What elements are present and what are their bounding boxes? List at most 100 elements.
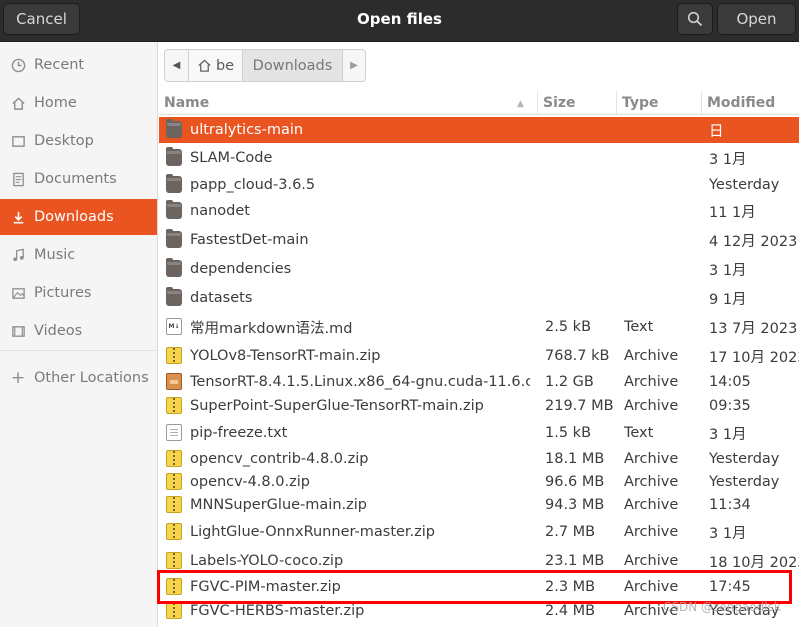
archive-icon — [166, 473, 182, 490]
file-name: papp_cloud-3.6.5 — [190, 177, 316, 193]
file-name: YOLOv8-TensorRT-main.zip — [190, 348, 381, 364]
column-header-size[interactable]: Size — [537, 91, 617, 115]
file-name: MNNSuperGlue-main.zip — [190, 497, 367, 513]
sidebar-item-label: Desktop — [34, 133, 94, 149]
file-name: SLAM-Code — [190, 150, 273, 166]
file-name: FastestDet-main — [190, 232, 309, 248]
file-modified: 9 1月 — [709, 291, 747, 308]
file-type: Archive — [624, 374, 679, 390]
file-size: 23.1 MB — [545, 553, 605, 569]
sidebar-item-label: Home — [34, 95, 77, 111]
sidebar-divider — [0, 350, 157, 351]
markdown-file-icon: M↓ — [166, 318, 182, 335]
file-modified: 3 1月 — [709, 525, 747, 542]
file-type: Archive — [624, 524, 679, 540]
file-type — [624, 117, 702, 143]
sidebar-item-home[interactable]: Home — [0, 85, 157, 121]
folder-icon — [166, 229, 182, 248]
places-sidebar: Recent Home Desktop Documents Downloads … — [0, 42, 158, 627]
file-row[interactable]: MNNSuperGlue-main.zip 94.3 MB Archive 11:34 — [159, 492, 799, 518]
column-header-name[interactable]: Name — [159, 91, 534, 115]
folder-icon — [166, 147, 182, 166]
file-type: Archive — [624, 348, 679, 364]
column-header-modified[interactable]: Modified — [701, 91, 799, 115]
file-size — [545, 285, 617, 311]
file-type — [624, 172, 702, 198]
column-header-type[interactable]: Type — [616, 91, 701, 115]
archive-icon — [166, 347, 182, 364]
file-type — [624, 198, 702, 224]
file-row[interactable]: Labels-YOLO-coco.zip 23.1 MB Archive 18 10月… — [159, 548, 799, 574]
file-type — [624, 227, 702, 253]
path-scroll-right-button[interactable]: ▶ — [343, 50, 365, 81]
path-current-button[interactable]: Downloads — [243, 50, 343, 81]
file-size: 2.7 MB — [545, 524, 596, 540]
sidebar-item-label: Recent — [34, 57, 85, 73]
folder-icon — [166, 258, 182, 277]
file-type — [624, 285, 702, 311]
file-row[interactable]: pip-freeze.txt 1.5 kB Text 3 1月 — [159, 420, 799, 446]
file-size: 94.3 MB — [545, 497, 605, 513]
file-modified: 11 1月 — [709, 204, 756, 221]
file-modified: 09:35 — [709, 398, 751, 414]
file-row[interactable]: nanodet 11 1月 — [159, 198, 799, 224]
sidebar-item-other-locations[interactable]: + Other Locations — [0, 360, 157, 396]
sort-ascending-icon: ▲ — [517, 99, 524, 109]
open-button[interactable]: Open — [717, 3, 796, 35]
file-row[interactable]: papp_cloud-3.6.5 Yesterday — [159, 172, 799, 198]
file-type: Text — [624, 425, 654, 441]
documents-icon — [9, 170, 27, 188]
file-modified: 3 1月 — [709, 262, 747, 279]
file-name: 常用markdown语法.md — [190, 320, 353, 337]
file-type: Archive — [624, 553, 679, 569]
file-row[interactable]: datasets 9 1月 — [159, 285, 799, 311]
file-row[interactable]: YOLOv8-TensorRT-main.zip 768.7 kB Archive 1… — [159, 343, 799, 369]
home-icon — [9, 94, 27, 112]
file-modified: 18 10月 2023 — [709, 554, 799, 571]
file-size: 2.4 MB — [545, 603, 596, 619]
file-type: Text — [624, 319, 654, 335]
file-row[interactable]: ultralytics-main 日 — [159, 117, 799, 143]
file-row[interactable]: SLAM-Code 3 1月 — [159, 145, 799, 171]
sidebar-item-music[interactable]: Music — [0, 237, 157, 273]
sidebar-item-desktop[interactable]: Desktop — [0, 123, 157, 159]
header-bar: Cancel Open files Open — [0, 0, 799, 42]
archive-icon — [166, 523, 182, 540]
file-size: 2.5 kB — [545, 319, 592, 335]
sidebar-item-label: Videos — [34, 323, 83, 339]
file-modified: 3 1月 — [709, 426, 747, 443]
sidebar-item-pictures[interactable]: Pictures — [0, 275, 157, 311]
search-icon — [687, 11, 703, 27]
search-button[interactable] — [677, 3, 713, 35]
sidebar-item-downloads[interactable]: Downloads — [0, 199, 157, 235]
file-modified: 3 1月 — [709, 151, 747, 168]
file-modified: 14:05 — [709, 374, 751, 390]
file-row[interactable]: FGVC-PIM-master.zip 2.3 MB Archive 17:45 — [159, 574, 799, 600]
file-size: 2.3 MB — [545, 579, 596, 595]
file-row[interactable]: TensorRT-8.4.1.5.Linux.x86_64-gnu.cuda-1… — [159, 369, 799, 395]
file-row[interactable]: dependencies 3 1月 — [159, 256, 799, 282]
sidebar-item-documents[interactable]: Documents — [0, 161, 157, 197]
path-home-button[interactable]: be — [189, 50, 243, 81]
sidebar-item-videos[interactable]: Videos — [0, 313, 157, 349]
file-name: datasets — [190, 290, 253, 306]
file-row[interactable]: SuperPoint-SuperGlue-TensorRT-main.zip 21… — [159, 393, 799, 419]
file-type — [624, 145, 702, 171]
file-row[interactable]: LightGlue-OnnxRunner-master.zip 2.7 MB Arc… — [159, 519, 799, 545]
sidebar-item-recent[interactable]: Recent — [0, 47, 157, 83]
file-modified: 17:45 — [709, 579, 751, 595]
file-row[interactable]: M↓ 常用markdown语法.md 2.5 kB Text 13 7月 2023 — [159, 314, 799, 340]
file-size: 219.7 MB — [545, 398, 614, 414]
file-name: FGVC-PIM-master.zip — [190, 579, 341, 595]
file-size — [545, 198, 617, 224]
folder-icon — [166, 119, 182, 138]
folder-icon — [166, 200, 182, 219]
archive-icon — [166, 552, 182, 569]
folder-icon — [166, 287, 182, 306]
path-scroll-left-button[interactable]: ◀ — [165, 50, 189, 81]
file-name: LightGlue-OnnxRunner-master.zip — [190, 524, 436, 540]
cancel-button[interactable]: Cancel — [3, 3, 80, 35]
file-row[interactable]: FastestDet-main 4 12月 2023 — [159, 227, 799, 253]
file-type: Archive — [624, 398, 679, 414]
file-name: nanodet — [190, 203, 250, 219]
